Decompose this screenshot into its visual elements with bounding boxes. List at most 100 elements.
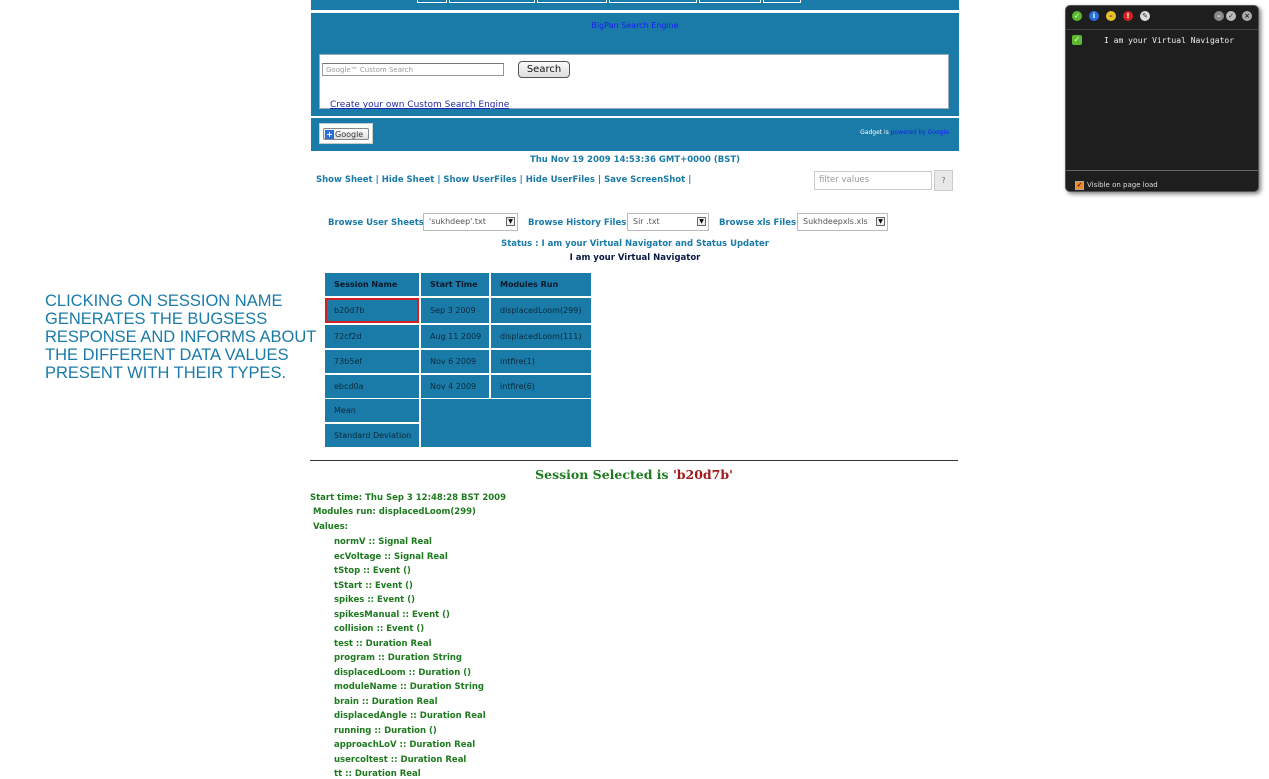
top-tab[interactable] <box>449 0 535 3</box>
value-item: usercoltest :: Duration Real <box>334 754 467 765</box>
search-gadget: Google™ Custom Search Search Create your… <box>311 47 959 116</box>
dropdown-arrow-icon: ▼ <box>876 217 885 226</box>
history-files-value: Sir .txt <box>633 217 660 226</box>
value-item: tt :: Duration Real <box>334 769 421 779</box>
show-sheet-link[interactable]: Show Sheet <box>316 175 373 185</box>
top-tab[interactable] <box>417 0 447 3</box>
settings-icon[interactable]: ✓ <box>1226 11 1236 21</box>
start-time-cell: Sep 3 2009 <box>421 298 489 323</box>
selected-start-time: Start time: Thu Sep 3 12:48:28 BST 2009 <box>310 493 507 503</box>
search-engine-title-link[interactable]: BigPan Search Engine <box>591 21 678 30</box>
xls-files-select[interactable]: Sukhdeepxls.xls ▼ <box>797 213 888 231</box>
value-item: displacedAngle :: Duration Real <box>334 711 486 721</box>
add-to-google-label: Google <box>335 130 364 139</box>
current-date: Thu Nov 19 2009 14:53:36 GMT+0000 (BST) <box>529 155 741 165</box>
session-name-cell[interactable]: ebcd0a <box>325 375 419 398</box>
search-input[interactable]: Google™ Custom Search <box>322 63 504 76</box>
value-item: brain :: Duration Real <box>334 696 438 707</box>
session-selected-prefix: Session Selected is <box>535 467 673 482</box>
history-files-select[interactable]: Sir .txt ▼ <box>627 213 709 231</box>
save-screenshot-link[interactable]: Save ScreenShot <box>604 175 685 185</box>
value-item: moduleName :: Duration String <box>334 682 484 692</box>
minimize-icon[interactable]: – <box>1214 11 1224 21</box>
session-name-cell[interactable]: 73b5ef <box>325 350 419 373</box>
value-item: spikes :: Event () <box>334 595 415 605</box>
browse-xls-label: Browse xls Files <box>719 218 797 228</box>
check-icon[interactable]: ✓ <box>1072 11 1082 21</box>
close-icon[interactable]: × <box>1242 11 1252 21</box>
header-start-time: Start Time <box>421 273 489 296</box>
show-userfiles-link[interactable]: Show UserFiles <box>443 175 516 185</box>
value-item: ecVoltage :: Signal Real <box>334 551 448 562</box>
header-session-name: Session Name <box>325 273 419 296</box>
dropdown-arrow-icon: ▼ <box>506 217 515 226</box>
powered-by: Gadget is powered by Google <box>860 129 949 136</box>
value-item: program :: Duration String <box>334 653 462 663</box>
browse-history-label: Browse History Files <box>528 218 627 228</box>
session-name-cell[interactable]: 72cf2d <box>325 325 419 348</box>
stat-stddev-cell[interactable]: Standard Deviation <box>325 424 419 447</box>
top-nav-strip <box>311 0 959 10</box>
value-item: displacedLoom :: Duration () <box>334 667 471 678</box>
user-sheets-select[interactable]: 'sukhdeep'.txt ▼ <box>423 213 518 231</box>
powered-by-google-link[interactable]: powered by Google <box>891 129 949 136</box>
top-tab[interactable] <box>537 0 607 3</box>
start-time-cell: Nov 4 2009 <box>421 375 489 398</box>
visible-on-load-checkbox[interactable]: ✓ <box>1075 181 1084 190</box>
navigator-message: I am your Virtual Navigator <box>1104 36 1235 45</box>
browse-user-sheets-label: Browse User Sheets <box>328 218 424 228</box>
value-item: normV :: Signal Real <box>334 537 432 547</box>
search-gadget-header: BigPan Search Engine <box>311 13 959 47</box>
add-to-google-button[interactable]: + Google <box>319 123 373 144</box>
search-panel: Google™ Custom Search Search Create your… <box>319 54 949 110</box>
status-text: Status : I am your Virtual Navigator and… <box>501 239 769 249</box>
edit-icon[interactable]: ✎ <box>1140 11 1150 21</box>
filter-values-input[interactable]: filter values <box>814 171 932 190</box>
plus-icon: + <box>325 130 334 139</box>
session-selected-id: 'b20d7b' <box>672 467 733 482</box>
navigator-message-row: ✓ I am your Virtual Navigator <box>1066 29 1258 170</box>
alert-icon[interactable]: ! <box>1123 11 1133 21</box>
session-name-cell[interactable]: b20d7b <box>325 298 419 323</box>
start-time-cell: Nov 6 2009 <box>421 350 489 373</box>
top-tab[interactable] <box>609 0 697 3</box>
modules-run-cell: displacedLoom(299) <box>491 298 591 323</box>
modules-run-cell: intfire(6) <box>491 375 591 398</box>
header-modules-run: Modules Run <box>491 273 591 296</box>
xls-files-value: Sukhdeepxls.xls <box>803 217 868 226</box>
powered-by-prefix: Gadget is <box>860 129 889 136</box>
value-item: tStart :: Event () <box>334 580 413 591</box>
gadget-footer: + Google Gadget is powered by Google <box>311 118 959 151</box>
modules-run-cell: displacedLoom(111) <box>491 325 591 348</box>
minus-icon[interactable]: – <box>1106 11 1116 21</box>
value-item: running :: Duration () <box>334 725 437 736</box>
modules-run-cell: intfire(1) <box>491 350 591 373</box>
value-item: collision :: Event () <box>334 624 425 634</box>
virtual-navigator-widget: ✓ i – ! ✎ – ✓ × ✓ I am your Virtual Navi… <box>1065 5 1259 192</box>
divider <box>310 460 958 461</box>
sheet-toolbar: Show Sheet | Hide Sheet | Show UserFiles | Hid… <box>316 175 692 185</box>
navigator-text: I am your Virtual Navigator <box>569 253 701 263</box>
start-time-cell: Aug 11 2009 <box>421 325 489 348</box>
navigator-footer: ✓ Visible on page load <box>1066 170 1258 192</box>
create-custom-search-link[interactable]: Create your own Custom Search Engine <box>330 100 509 110</box>
check-icon: ✓ <box>1072 35 1082 45</box>
top-tab[interactable] <box>763 0 801 3</box>
hide-sheet-link[interactable]: Hide Sheet <box>382 175 435 185</box>
info-icon[interactable]: i <box>1089 11 1099 21</box>
dropdown-arrow-icon: ▼ <box>697 217 706 226</box>
annotation-callout: CLICKING ON SESSION NAME GENERATES THE B… <box>45 292 317 382</box>
values-label: Values: <box>313 522 349 532</box>
value-item: tStop :: Event () <box>334 566 411 576</box>
hide-userfiles-link[interactable]: Hide UserFiles <box>526 175 595 185</box>
top-tab[interactable] <box>699 0 761 3</box>
value-item: test :: Duration Real <box>334 638 432 649</box>
search-button[interactable]: Search <box>518 61 570 78</box>
stats-empty-area <box>421 399 591 447</box>
add-to-google-inner: + Google <box>323 128 369 140</box>
selected-modules-run: Modules run: displacedLoom(299) <box>313 507 476 517</box>
filter-help-button[interactable]: ? <box>934 170 953 191</box>
session-selected-heading: Session Selected is 'b20d7b' <box>310 467 958 482</box>
user-sheets-value: 'sukhdeep'.txt <box>429 217 486 226</box>
stat-mean-cell[interactable]: Mean <box>325 399 419 422</box>
